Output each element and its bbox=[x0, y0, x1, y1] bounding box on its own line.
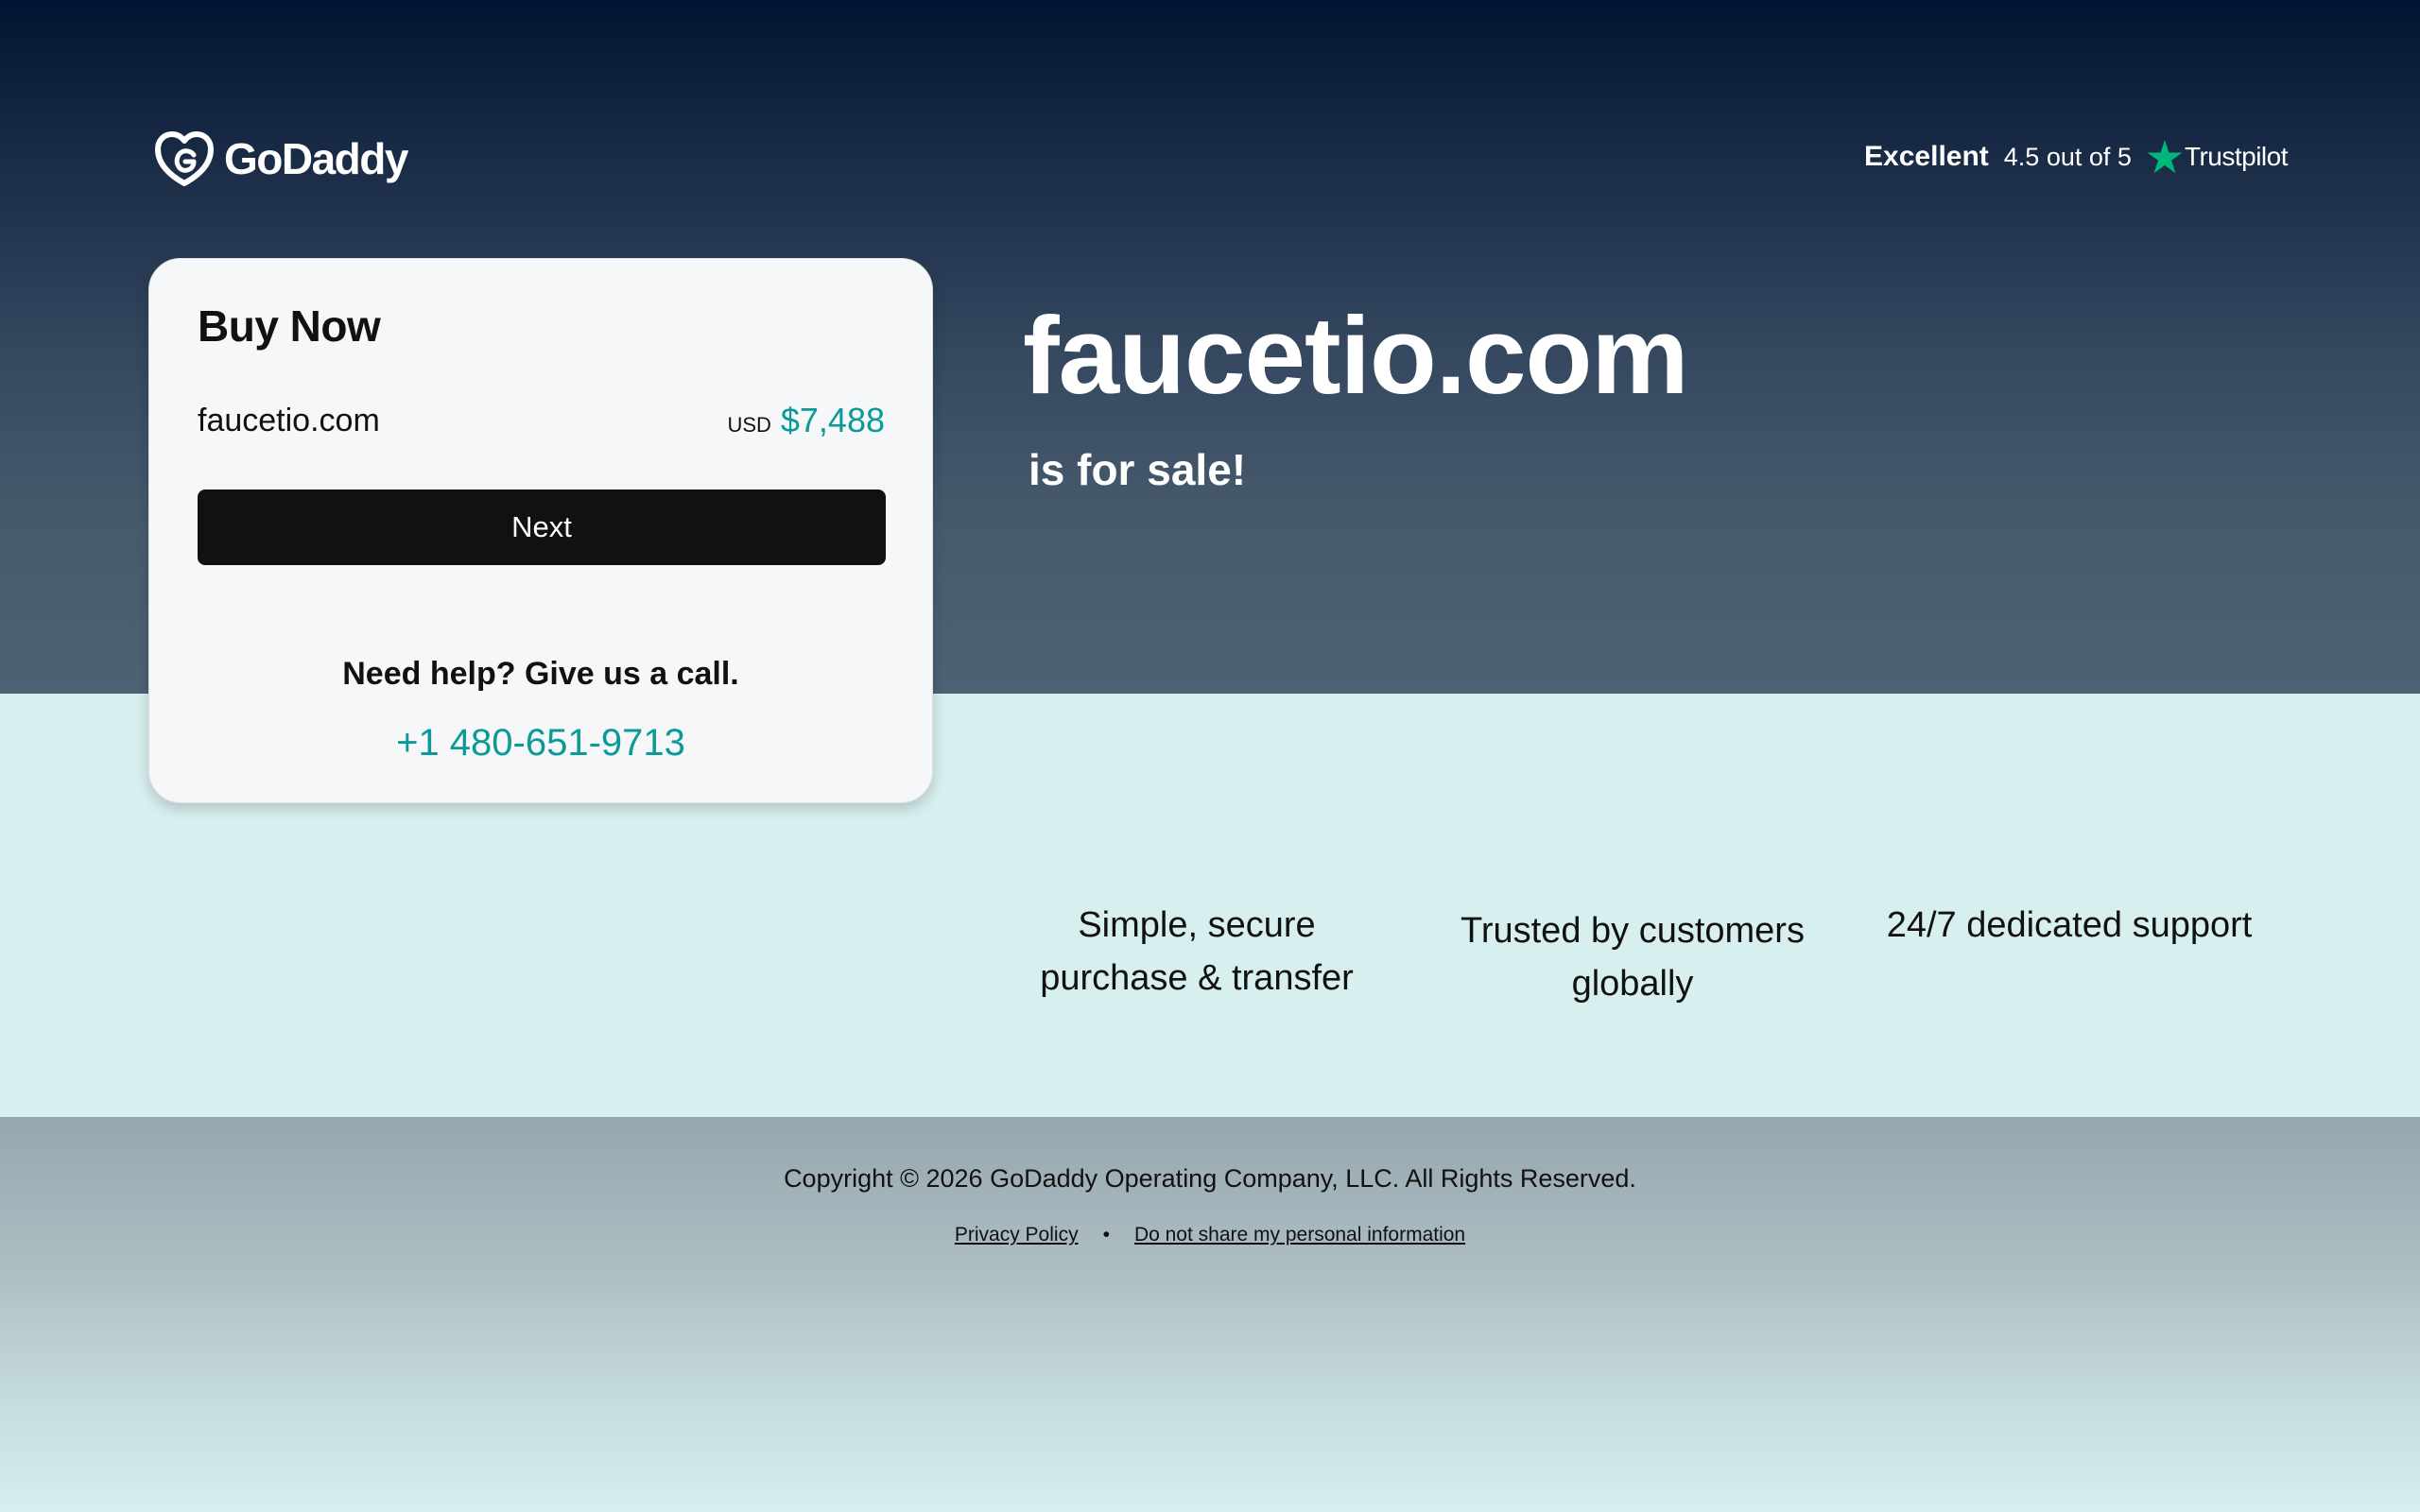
copyright-text: Copyright © 2026 GoDaddy Operating Compa… bbox=[784, 1164, 1636, 1193]
godaddy-logo[interactable]: GoDaddy bbox=[154, 129, 408, 189]
buy-now-card: Buy Now faucetio.com USD $7,488 Next Nee… bbox=[148, 258, 933, 803]
feature-secure-purchase: Simple, secure purchase & transfer bbox=[1010, 899, 1384, 1005]
trustpilot-brand: Trustpilot bbox=[2184, 142, 2289, 171]
privacy-policy-link[interactable]: Privacy Policy bbox=[955, 1224, 1079, 1246]
card-title: Buy Now bbox=[198, 301, 381, 351]
feature-line: globally bbox=[1571, 964, 1694, 1004]
hero-tagline: is for sale! bbox=[1028, 445, 1247, 494]
feature-trusted: Trusted by customers globally bbox=[1427, 904, 1838, 1010]
feature-line: Simple, secure bbox=[1078, 905, 1316, 945]
price-currency: USD bbox=[727, 413, 771, 437]
price-amount: $7,488 bbox=[780, 401, 885, 439]
feature-line: purchase & transfer bbox=[1040, 958, 1354, 998]
godaddy-heart-icon bbox=[155, 131, 214, 186]
footer-separator: • bbox=[1102, 1224, 1110, 1246]
help-title: Need help? Give us a call. bbox=[342, 656, 739, 692]
trustpilot-label: Excellent bbox=[1864, 141, 1989, 172]
do-not-share-link[interactable]: Do not share my personal information bbox=[1134, 1224, 1465, 1246]
feature-support: 24/7 dedicated support bbox=[1858, 899, 2280, 952]
feature-line: 24/7 dedicated support bbox=[1886, 905, 2253, 945]
trustpilot-star-icon bbox=[2147, 140, 2183, 174]
trustpilot-score: 4.5 out of 5 bbox=[2003, 142, 2132, 171]
price: USD $7,488 bbox=[727, 401, 885, 440]
trustpilot-rating[interactable]: Excellent 4.5 out of 5 Trustpilot bbox=[1864, 138, 2289, 176]
hero-domain-title: faucetio.com bbox=[1023, 294, 1688, 417]
feature-line: Trusted by customers bbox=[1461, 911, 1805, 951]
card-domain: faucetio.com bbox=[198, 403, 380, 438]
next-button[interactable]: Next bbox=[198, 490, 886, 565]
footer-links: Privacy Policy • Do not share my persona… bbox=[0, 1224, 2420, 1246]
phone-link[interactable]: +1 480-651-9713 bbox=[149, 722, 932, 765]
logo-wordmark: GoDaddy bbox=[224, 134, 408, 183]
